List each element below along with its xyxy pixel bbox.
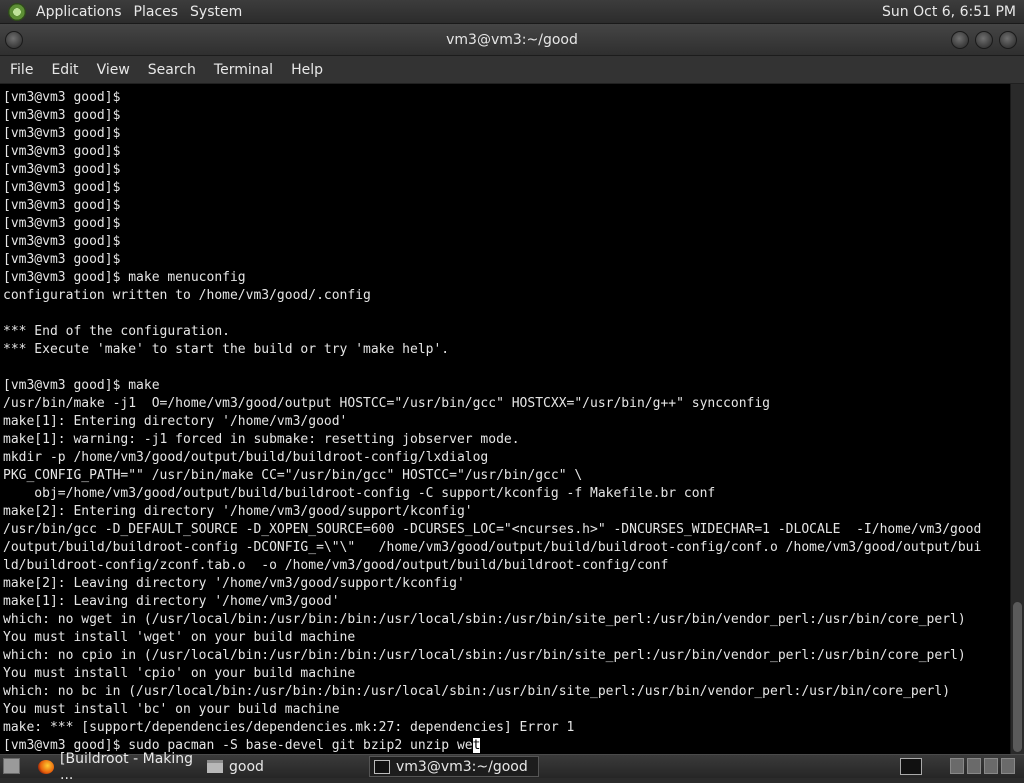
terminal-line: which: no cpio in (/usr/local/bin:/usr/b…	[3, 648, 966, 663]
maximize-button[interactable]	[975, 31, 993, 49]
terminal-line: /usr/bin/make -j1 O=/home/vm3/good/outpu…	[3, 396, 771, 411]
terminal-line: [vm3@vm3 good]$	[3, 144, 121, 159]
menu-terminal[interactable]: Terminal	[205, 56, 282, 84]
terminal-line: [vm3@vm3 good]$	[3, 108, 121, 123]
system-menu[interactable]: System	[186, 0, 250, 24]
terminal-line: configuration written to /home/vm3/good/…	[3, 288, 371, 303]
workspace-4[interactable]	[1001, 758, 1015, 774]
workspace-2[interactable]	[967, 758, 981, 774]
panel-clock[interactable]: Sun Oct 6, 6:51 PM	[882, 0, 1016, 24]
terminal-line: [vm3@vm3 good]$	[3, 198, 121, 213]
terminal-line: You must install 'wget' on your build ma…	[3, 630, 356, 645]
menu-edit[interactable]: Edit	[42, 56, 87, 84]
terminal-line: [vm3@vm3 good]$	[3, 126, 121, 141]
terminal-line: [vm3@vm3 good]$ make menuconfig	[3, 270, 246, 285]
terminal-area[interactable]: [vm3@vm3 good]$ [vm3@vm3 good]$ [vm3@vm3…	[0, 84, 1010, 754]
terminal-line: [vm3@vm3 good]$	[3, 162, 121, 177]
bottom-taskbar: [Buildroot - Making ... good vm3@vm3:~/g…	[0, 751, 1024, 783]
terminal-line: which: no wget in (/usr/local/bin:/usr/b…	[3, 612, 966, 627]
terminal-line: make: *** [support/dependencies/dependen…	[3, 720, 575, 735]
window-titlebar[interactable]: vm3@vm3:~/good	[0, 24, 1024, 56]
terminal-line: PKG_CONFIG_PATH="" /usr/bin/make CC="/us…	[3, 468, 583, 483]
task-label: vm3@vm3:~/good	[396, 758, 528, 775]
scrollbar-thumb[interactable]	[1013, 602, 1022, 752]
terminal-line: make[1]: Entering directory '/home/vm3/g…	[3, 414, 348, 429]
top-panel: Applications Places System Sun Oct 6, 6:…	[0, 0, 1024, 24]
menu-file[interactable]: File	[0, 56, 42, 84]
menu-view[interactable]: View	[88, 56, 139, 84]
task-firefox[interactable]: [Buildroot - Making ...	[34, 751, 202, 783]
close-button[interactable]	[999, 31, 1017, 49]
applications-menu[interactable]: Applications	[32, 0, 130, 24]
terminal-line: [vm3@vm3 good]$	[3, 180, 121, 195]
terminal-line: mkdir -p /home/vm3/good/output/build/bui…	[3, 450, 489, 465]
terminal-line: make[2]: Entering directory '/home/vm3/g…	[3, 504, 473, 519]
menu-help[interactable]: Help	[282, 56, 332, 84]
window-title: vm3@vm3:~/good	[446, 32, 578, 48]
task-label: good	[229, 758, 264, 775]
workspace-3[interactable]	[984, 758, 998, 774]
tray-terminal-icon[interactable]	[900, 758, 922, 775]
terminal-line: make[1]: Leaving directory '/home/vm3/go…	[3, 594, 340, 609]
places-menu[interactable]: Places	[130, 0, 187, 24]
terminal-line: which: no bc in (/usr/local/bin:/usr/bin…	[3, 684, 951, 699]
terminal-line: You must install 'cpio' on your build ma…	[3, 666, 356, 681]
terminal-history: [vm3@vm3 good]$ [vm3@vm3 good]$ [vm3@vm3…	[3, 90, 981, 735]
terminal-line: [vm3@vm3 good]$	[3, 90, 121, 105]
terminal-icon	[374, 759, 390, 774]
terminal-scrollbar[interactable]	[1010, 84, 1024, 754]
task-file-manager[interactable]: good	[203, 756, 363, 777]
terminal-line: /output/build/buildroot-config -DCONFIG_…	[3, 540, 982, 555]
terminal-cursor: t	[472, 738, 481, 753]
terminal-line: /usr/bin/gcc -D_DEFAULT_SOURCE -D_XOPEN_…	[3, 522, 982, 537]
terminal-line: make[1]: warning: -j1 forced in submake:…	[3, 432, 520, 447]
terminal-line: [vm3@vm3 good]$	[3, 234, 121, 249]
terminal-line: make[2]: Leaving directory '/home/vm3/go…	[3, 576, 465, 591]
terminal-line: [vm3@vm3 good]$	[3, 216, 121, 231]
terminal-line: ld/buildroot-config/zconf.tab.o -o /home…	[3, 558, 669, 573]
terminal-output: [vm3@vm3 good]$ [vm3@vm3 good]$ [vm3@vm3…	[0, 84, 1010, 754]
task-terminal[interactable]: vm3@vm3:~/good	[369, 756, 539, 777]
terminal-line: obj=/home/vm3/good/output/build/buildroo…	[34, 486, 716, 501]
terminal-line: [vm3@vm3 good]$ make	[3, 378, 160, 393]
firefox-icon	[38, 759, 54, 774]
show-desktop-icon[interactable]	[3, 758, 20, 774]
terminal-line: *** End of the configuration.	[3, 324, 230, 339]
terminal-line: You must install 'bc' on your build mach…	[3, 702, 340, 717]
terminal-line: [vm3@vm3 good]$	[3, 252, 121, 267]
menu-search[interactable]: Search	[139, 56, 205, 84]
workspace-1[interactable]	[950, 758, 964, 774]
terminal-menubar: File Edit View Search Terminal Help	[0, 56, 1024, 84]
terminal-line: *** Execute 'make' to start the build or…	[3, 342, 450, 357]
folder-icon	[207, 760, 223, 773]
minimize-button[interactable]	[951, 31, 969, 49]
distro-logo-icon[interactable]	[8, 2, 26, 21]
